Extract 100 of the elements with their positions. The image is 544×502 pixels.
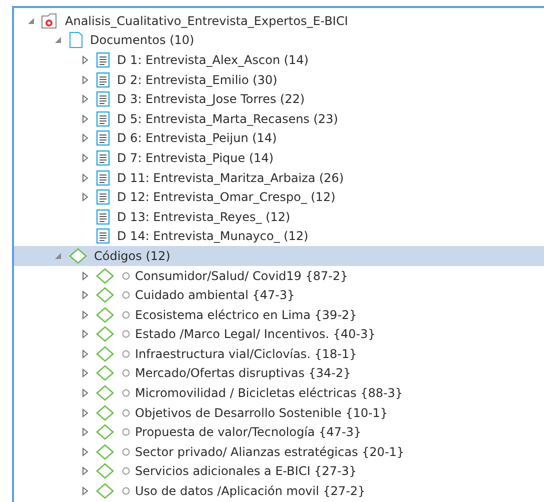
expand-icon[interactable] [80, 466, 90, 476]
tree-row[interactable]: Uso de datos /Aplicación movil {27-2} [14, 481, 544, 501]
expand-icon[interactable] [80, 446, 90, 457]
diamond-icon [94, 364, 116, 382]
diamond-icon [94, 286, 116, 304]
text-document-icon [94, 110, 112, 128]
circle-icon [121, 446, 131, 457]
diamond-icon [94, 423, 116, 442]
expand-icon[interactable] [80, 152, 90, 163]
text-document-icon [94, 90, 112, 108]
collapse-icon[interactable] [53, 35, 63, 46]
tree-label: D 5: Entrevista_Marta_Recasens (23) [117, 110, 338, 127]
tree-label: D 12: Entrevista_Omar_Crespo_ (12) [117, 189, 336, 206]
tree-row[interactable]: D 2: Entrevista_Emilio (30) [14, 70, 544, 90]
expand-icon[interactable] [80, 310, 90, 320]
tree-row[interactable]: Objetivos de Desarrollo Sostenible {10-1} [14, 402, 544, 422]
collapse-icon[interactable] [26, 16, 36, 26]
document-icon [67, 31, 85, 50]
circle-icon [121, 408, 131, 418]
tree-row[interactable]: D 11: Entrevista_Maritza_Arbaiza (26) [14, 168, 544, 188]
tree-label: D 11: Entrevista_Maritza_Arbaiza (26) [117, 170, 344, 186]
diamond-icon [94, 404, 116, 422]
tree-label: Ecosistema eléctrico en Lima {39-2} [135, 306, 357, 323]
tree-label: Objetivos de Desarrollo Sostenible {10-1} [135, 404, 388, 421]
tree-row[interactable]: D 3: Entrevista_Jose Torres (22) [14, 89, 544, 109]
tree-row[interactable]: Infraestructura vial/Ciclovías. {18-1} [14, 344, 544, 364]
expand-icon[interactable] [80, 270, 90, 281]
tree-label: Mercado/Ofertas disruptivas {34-2} [135, 365, 351, 382]
tree-label: Estado /Marco Legal/ Incentivos. {40-3} [135, 326, 376, 342]
expand-icon[interactable] [80, 290, 90, 300]
expand-icon[interactable] [80, 94, 90, 104]
tree-row[interactable]: D 5: Entrevista_Marta_Recasens (23) [14, 108, 544, 129]
tree-row[interactable]: D 7: Entrevista_Pique (14) [14, 148, 544, 168]
tree-label: Documentos (10) [90, 32, 194, 48]
expand-icon[interactable] [80, 172, 90, 183]
tree-row[interactable]: Mercado/Ofertas disruptivas {34-2} [14, 364, 544, 384]
tree-label: Uso de datos /Aplicación movil {27-2} [135, 483, 366, 500]
expand-icon[interactable] [80, 368, 90, 378]
tree-row[interactable]: D 12: Entrevista_Omar_Crespo_ (12) [14, 187, 544, 207]
tree-label: Códigos (12) [94, 248, 170, 264]
expand-icon[interactable] [80, 427, 90, 438]
circle-icon [121, 270, 131, 281]
tree-label: D 14: Entrevista_Munayco_ (12) [117, 228, 308, 244]
circle-icon [121, 486, 131, 496]
text-document-icon [94, 70, 112, 89]
circle-icon [121, 329, 131, 340]
tree-row[interactable]: D 6: Entrevista_Peijun (14) [14, 128, 544, 148]
expand-icon[interactable] [80, 192, 90, 202]
tree-row[interactable]: Micromovilidad / Bicicletas eléctricas {88-3} [14, 383, 544, 403]
diamond-icon [94, 325, 116, 344]
tree-row[interactable]: Ecosistema eléctrico en Lima {39-2} [14, 304, 544, 324]
text-document-icon [94, 148, 112, 167]
expand-icon[interactable] [80, 329, 90, 340]
tree-row[interactable]: Servicios adicionales a E-BICI {27-3} [14, 462, 544, 482]
expand-icon[interactable] [80, 486, 90, 496]
tree-row[interactable]: D 14: Entrevista_Munayco_ (12) [14, 226, 544, 246]
expand-icon[interactable] [80, 54, 90, 65]
text-document-icon [94, 168, 112, 187]
diamond-icon [94, 442, 116, 461]
text-document-icon [94, 227, 112, 246]
tree-row[interactable]: Consumidor/Salud/ Covid19 {87-2} [14, 266, 544, 286]
tree-row[interactable]: Sector privado/ Alianzas estratégicas {20-1} [14, 442, 544, 462]
tree-row[interactable]: D 1: Entrevista_Alex_Ascon (14) [14, 50, 544, 70]
expand-icon[interactable] [80, 133, 90, 144]
tree-label: Propuesta de valor/Tecnología {47-3} [135, 424, 362, 440]
tree-label: D 3: Entrevista_Jose Torres (22) [117, 91, 305, 108]
expand-icon[interactable] [80, 348, 90, 359]
diamond-icon [94, 462, 116, 480]
tree-label: Consumidor/Salud/ Covid19 {87-2} [135, 268, 348, 284]
tree-row[interactable]: Analisis_Cualitativo_Entrevista_Expertos_E-BICI [14, 11, 544, 31]
expand-icon[interactable] [80, 114, 90, 124]
diamond-icon [67, 246, 89, 265]
tree-label: D 6: Entrevista_Peijun (14) [117, 130, 277, 146]
circle-icon [121, 310, 131, 320]
expand-icon[interactable] [80, 408, 90, 418]
tree-row[interactable]: Propuesta de valor/Tecnología {47-3} [14, 422, 544, 442]
tree-label: D 7: Entrevista_Pique (14) [117, 150, 274, 166]
circle-icon [121, 368, 131, 378]
circle-icon [121, 466, 131, 476]
expand-icon[interactable] [80, 74, 90, 85]
tree-row[interactable]: Cuidado ambiental {47-3} [14, 285, 544, 305]
tree-label: D 13: Entrevista_Reyes_ (12) [117, 208, 290, 225]
tree-row[interactable]: Estado /Marco Legal/ Incentivos. {40-3} [14, 324, 544, 344]
text-document-icon [94, 50, 112, 69]
selected-tree-row[interactable]: Códigos (12) [14, 246, 544, 266]
tree-label: Micromovilidad / Bicicletas eléctricas {88-3} [135, 385, 403, 402]
tree-row[interactable]: Documentos (10) [14, 30, 544, 50]
tree-label: Sector privado/ Alianzas estratégicas {20-1} [135, 444, 404, 460]
tree-label: D 1: Entrevista_Alex_Ascon (14) [117, 52, 309, 68]
tree-label: Infraestructura vial/Ciclovías. {18-1} [135, 346, 357, 362]
tree-label: Cuidado ambiental {47-3} [135, 287, 295, 304]
tree-row[interactable]: D 13: Entrevista_Reyes_ (12) [14, 206, 544, 227]
expand-icon[interactable] [80, 388, 90, 398]
circle-icon [121, 427, 131, 438]
circle-icon [121, 388, 131, 398]
tree-label: Analisis_Cualitativo_Entrevista_Expertos_E-BICI [65, 12, 348, 29]
text-document-icon [94, 188, 112, 206]
tree-label: D 2: Entrevista_Emilio (30) [117, 72, 278, 88]
circle-icon [121, 290, 131, 300]
circle-icon [121, 348, 131, 359]
